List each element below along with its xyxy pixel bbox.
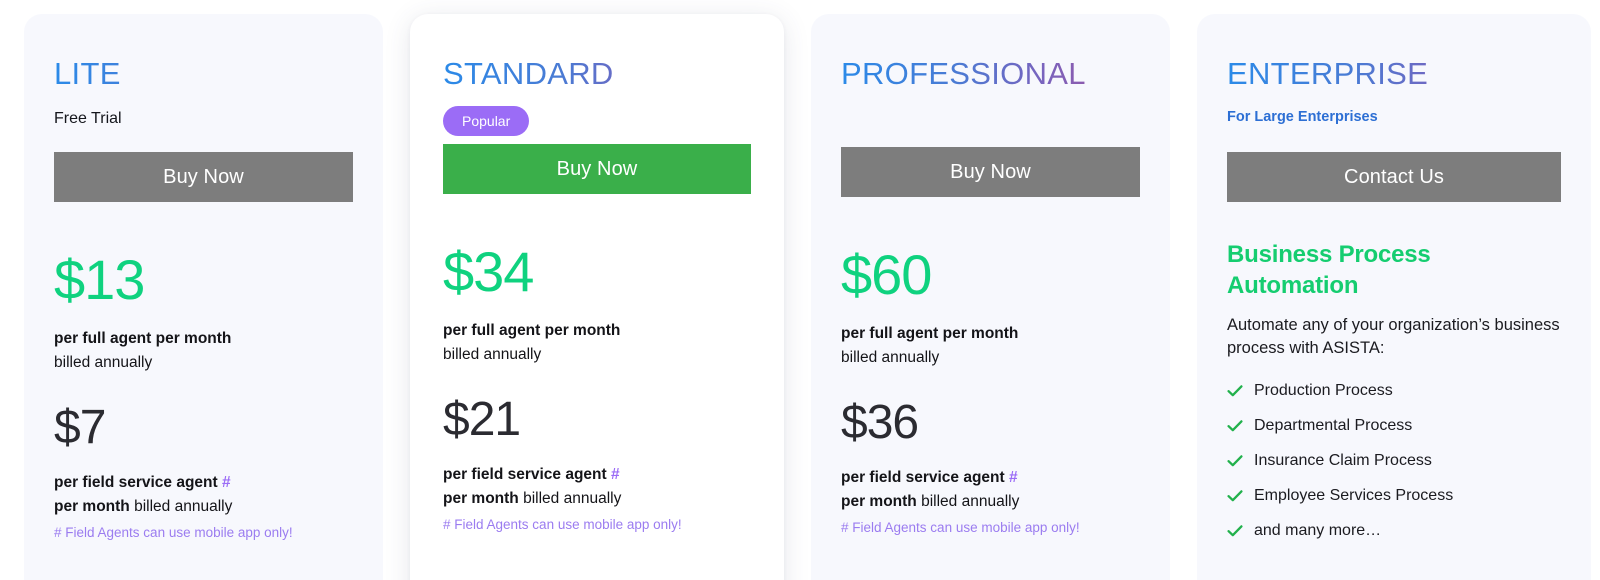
footnote-professional: # Field Agents can use mobile app only! [841, 519, 1080, 535]
plan-card-lite: LITE Free Trial Buy Now $13 per full age… [24, 14, 383, 580]
list-item: Employee Services Process [1227, 488, 1561, 504]
price-primary-professional: $60 [841, 242, 932, 306]
price-secondary-label-professional: per field service agent [841, 468, 1005, 486]
price-primary-description-bold-standard: per full agent per month [443, 321, 621, 339]
check-icon [1227, 523, 1243, 539]
list-item: Insurance Claim Process [1227, 453, 1561, 469]
hash-marker-professional: # [1009, 468, 1018, 486]
check-icon [1227, 488, 1243, 504]
feature-list-enterprise: Production Process Departmental Process … [1227, 383, 1561, 539]
price-primary-standard: $34 [443, 239, 534, 303]
hash-marker-lite: # [222, 473, 231, 491]
price-primary-description-professional: billed annually [841, 349, 940, 367]
price-secondary-period-lite: per month billed annually [54, 498, 353, 517]
price-primary-description-lite: billed annually [54, 354, 153, 372]
list-item: and many more… [1227, 523, 1561, 539]
plan-card-enterprise: ENTERPRISE For Large Enterprises Contact… [1197, 14, 1591, 580]
price-secondary-period-professional: per month billed annually [841, 493, 1140, 512]
badge-container-standard: Popular [443, 104, 751, 138]
check-icon [1227, 383, 1243, 399]
price-primary-description-standard: billed annually [443, 346, 542, 364]
price-secondary-label-standard: per field service agent [443, 465, 607, 483]
price-primary-description-bold-professional: per full agent per month [841, 324, 1019, 342]
buy-now-button-lite[interactable]: Buy Now [54, 151, 353, 202]
price-secondary-period-bold-lite: per month [54, 498, 130, 516]
footnote-lite: # Field Agents can use mobile app only! [54, 524, 293, 540]
plan-title-standard: STANDARD [443, 57, 751, 91]
list-item: Production Process [1227, 383, 1561, 399]
hash-marker-standard: # [611, 465, 620, 483]
check-icon [1227, 418, 1243, 434]
feature-label: Departmental Process [1254, 417, 1413, 435]
price-secondary-standard: $21 [443, 392, 521, 446]
price-secondary-period-normal-standard: billed annually [523, 490, 622, 508]
price-secondary-period-normal-professional: billed annually [921, 493, 1020, 511]
price-secondary-period-normal-lite: billed annually [134, 498, 233, 516]
plan-title-lite: LITE [54, 57, 353, 91]
price-secondary-label-lite: per field service agent [54, 473, 218, 491]
list-item: Departmental Process [1227, 418, 1561, 434]
plan-title-professional: PROFESSIONAL [841, 57, 1140, 91]
feature-label: and many more… [1254, 522, 1382, 540]
plan-card-standard: STANDARD Popular Buy Now $34 per full ag… [410, 14, 784, 580]
buy-now-button-professional[interactable]: Buy Now [841, 146, 1140, 197]
price-secondary-period-bold-professional: per month [841, 493, 917, 511]
price-primary-description-bold-lite: per full agent per month [54, 329, 232, 347]
price-secondary-professional: $36 [841, 395, 919, 449]
check-icon [1227, 453, 1243, 469]
price-primary-lite: $13 [54, 247, 145, 311]
price-secondary-period-bold-standard: per month [443, 490, 519, 508]
popular-badge: Popular [443, 105, 530, 136]
feature-label: Production Process [1254, 382, 1393, 400]
pricing-plans-row: LITE Free Trial Buy Now $13 per full age… [0, 0, 1600, 580]
price-secondary-description-bold-professional: per field service agent # [841, 469, 1140, 488]
price-secondary-lite: $7 [54, 400, 106, 454]
feature-heading-enterprise: Business Process Automation [1227, 240, 1431, 299]
plan-subtitle-enterprise: For Large Enterprises [1227, 108, 1378, 125]
feature-label: Insurance Claim Process [1254, 452, 1432, 470]
plan-title-enterprise: ENTERPRISE [1227, 57, 1561, 91]
feature-label: Employee Services Process [1254, 487, 1454, 505]
price-secondary-description-bold-lite: per field service agent # [54, 474, 353, 493]
buy-now-button-standard[interactable]: Buy Now [443, 143, 751, 194]
price-secondary-period-standard: per month billed annually [443, 490, 751, 509]
plan-subtitle-lite: Free Trial [54, 109, 122, 127]
price-secondary-description-bold-standard: per field service agent # [443, 466, 751, 485]
contact-us-button[interactable]: Contact Us [1227, 151, 1561, 202]
feature-body-enterprise: Automate any of your organization’s busi… [1227, 315, 1560, 357]
plan-card-professional: PROFESSIONAL Buy Now $60 per full agent … [811, 14, 1170, 580]
footnote-standard: # Field Agents can use mobile app only! [443, 516, 682, 532]
